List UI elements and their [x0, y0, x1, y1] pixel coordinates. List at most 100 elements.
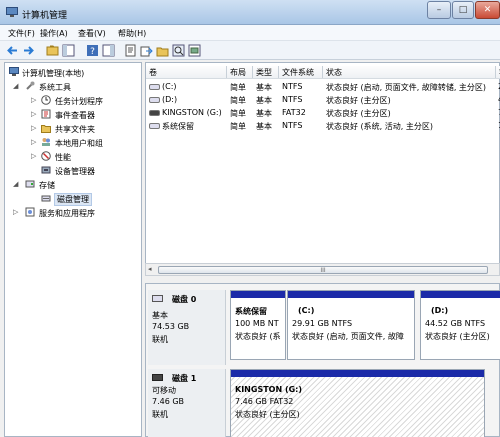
- primary-partition-bar: [231, 291, 285, 298]
- partition-system-reserved[interactable]: 系统保留 100 MB NT 状态良好 (系: [230, 290, 286, 360]
- cell-fs: NTFS: [282, 95, 303, 104]
- column-header-type[interactable]: 类型: [253, 66, 279, 78]
- tree-label: 性能: [55, 153, 71, 162]
- disk-1-info[interactable]: 磁盘 1 可移动 7.46 GB 联机: [148, 369, 226, 437]
- cell-status: 状态良好 (主分区): [326, 109, 391, 118]
- help-icon[interactable]: ?: [86, 44, 99, 57]
- menu-file[interactable]: 文件(F): [8, 28, 35, 39]
- maximize-button[interactable]: □: [452, 1, 474, 19]
- disk-size: 74.53 GB: [152, 322, 190, 331]
- event-viewer-icon: [41, 109, 51, 119]
- expand-icon[interactable]: ▷: [31, 152, 39, 160]
- column-label: 卷: [149, 68, 157, 77]
- cell-volume: KINGSTON (G:): [162, 108, 222, 117]
- cell-volume: (D:): [162, 95, 178, 104]
- minimize-icon: –: [436, 5, 442, 15]
- cell-layout: 简单: [230, 109, 246, 118]
- storage-icon: [25, 180, 35, 188]
- expand-icon[interactable]: ▷: [31, 138, 39, 146]
- column-header-layout[interactable]: 布局: [227, 66, 253, 78]
- cell-layout: 简单: [230, 83, 246, 92]
- partition-name: 系统保留: [235, 307, 267, 316]
- expand-icon[interactable]: ▷: [13, 208, 21, 216]
- tree-label: 本地用户和组: [55, 139, 103, 148]
- back-arrow-icon[interactable]: [6, 44, 19, 57]
- column-label: 类型: [256, 68, 272, 77]
- show-hide-tree-icon[interactable]: [62, 44, 75, 57]
- search-icon[interactable]: [172, 44, 185, 57]
- column-header-capacity[interactable]: 容: [496, 66, 500, 78]
- collapse-icon[interactable]: ◢: [13, 82, 21, 90]
- cell-status: 状态良好 (启动, 页面文件, 故障转储, 主分区): [326, 83, 487, 92]
- column-label: 文件系统: [282, 68, 314, 77]
- cell-status: 状态良好 (系统, 活动, 主分区): [326, 122, 433, 131]
- column-header-status[interactable]: 状态: [323, 66, 496, 78]
- cell-volume: (C:): [162, 82, 177, 91]
- primary-partition-bar: [231, 370, 484, 377]
- tree-label: 任务计划程序: [55, 97, 103, 106]
- action-pane-icon[interactable]: [102, 44, 115, 57]
- drive-icon: [149, 84, 160, 90]
- scrollbar-thumb[interactable]: III: [158, 266, 488, 274]
- shared-folder-icon: [41, 125, 51, 133]
- console-tree: 计算机管理(本地) ◢ 系统工具 ▷ 任务计划程序 ▷ 事件查看器 ▷ 共享文件…: [4, 62, 142, 437]
- collapse-icon[interactable]: ◢: [13, 180, 21, 188]
- disk-kind: 可移动: [152, 386, 176, 395]
- cell-status: 状态良好 (主分区): [326, 96, 391, 105]
- open-folder-icon[interactable]: [156, 44, 169, 57]
- primary-partition-bar: [421, 291, 500, 298]
- close-icon: ✕: [483, 5, 492, 15]
- tree-label: 服务和应用程序: [39, 209, 95, 218]
- cell-layout: 简单: [230, 96, 246, 105]
- maximize-icon: □: [458, 5, 468, 15]
- partition-name: KINGSTON (G:): [235, 385, 303, 394]
- disk-0-info[interactable]: 磁盘 0 基本 74.53 GB 联机: [148, 290, 226, 365]
- up-folder-icon[interactable]: [46, 44, 59, 57]
- close-button[interactable]: ✕: [475, 1, 500, 19]
- toolbar: ?: [0, 41, 500, 60]
- drive-icon: [149, 123, 160, 129]
- performance-icon: [41, 151, 51, 161]
- partition-kingston-g[interactable]: KINGSTON (G:) 7.46 GB FAT32 状态良好 (主分区): [230, 369, 485, 437]
- properties-icon[interactable]: [124, 44, 137, 57]
- cell-fs: FAT32: [282, 108, 306, 117]
- disk-state: 联机: [152, 410, 168, 419]
- tools-icon: [26, 81, 35, 90]
- forward-arrow-icon[interactable]: [22, 44, 35, 57]
- disk-state: 联机: [152, 335, 168, 344]
- column-header-volume[interactable]: 卷: [146, 66, 227, 78]
- horizontal-scrollbar[interactable]: ◂ III: [145, 263, 500, 276]
- minimize-button[interactable]: –: [427, 1, 451, 19]
- menu-action[interactable]: 操作(A): [40, 28, 68, 39]
- expand-icon[interactable]: ▷: [31, 124, 39, 132]
- disk-settings-icon[interactable]: [188, 44, 201, 57]
- drive-icon: [149, 97, 160, 103]
- tree-label: 事件查看器: [55, 111, 95, 120]
- title-bar[interactable]: 计算机管理 – □ ✕: [0, 0, 500, 25]
- disk-icon: [152, 295, 163, 302]
- disk-management-icon: [41, 195, 51, 202]
- partition-detail: 100 MB NT: [235, 319, 279, 328]
- tree-label: 设备管理器: [55, 167, 95, 176]
- disk-name: 磁盘 1: [172, 374, 197, 383]
- expand-icon[interactable]: ▷: [31, 96, 39, 104]
- partition-d[interactable]: (D:) 44.52 GB NTFS 状态良好 (主分区): [420, 290, 500, 360]
- tree-label: 系统工具: [39, 83, 71, 92]
- disk-map: 磁盘 0 基本 74.53 GB 联机 系统保留 100 MB NT 状态良好 …: [145, 283, 500, 437]
- tree-label: 共享文件夹: [55, 125, 95, 134]
- partition-status: 状态良好 (系: [235, 332, 281, 341]
- partition-name: (D:): [431, 306, 449, 315]
- menu-help[interactable]: 帮助(H): [118, 28, 146, 39]
- users-icon: [42, 138, 50, 146]
- column-header-filesystem[interactable]: 文件系统: [279, 66, 323, 78]
- scroll-left-icon[interactable]: ◂: [148, 265, 152, 273]
- export-icon[interactable]: [140, 44, 153, 57]
- partition-status: 状态良好 (启动, 页面文件, 故障: [292, 332, 404, 341]
- menu-view[interactable]: 查看(V): [78, 28, 106, 39]
- disk-size: 7.46 GB: [152, 397, 185, 406]
- partition-c[interactable]: (C:) 29.91 GB NTFS 状态良好 (启动, 页面文件, 故障: [287, 290, 415, 360]
- disk-name: 磁盘 0: [172, 295, 197, 304]
- expand-icon[interactable]: ▷: [31, 110, 39, 118]
- tree-label: 计算机管理(本地): [22, 69, 85, 78]
- column-label: 状态: [326, 68, 342, 77]
